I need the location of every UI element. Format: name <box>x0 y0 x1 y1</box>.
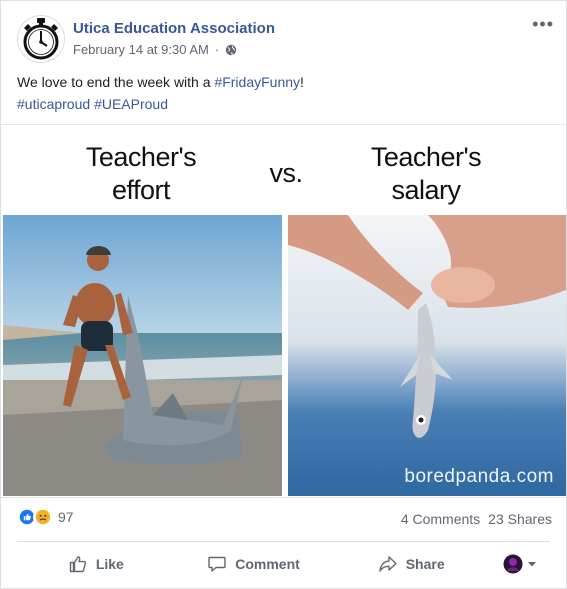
left-caption-line1: Teacher's <box>85 142 197 172</box>
post-text-line2: #uticaproud #UEAProud <box>17 93 550 115</box>
comment-label: Comment <box>235 556 300 572</box>
shares-count-link[interactable]: 23 Shares <box>488 511 552 527</box>
engagement-counts: 4 Comments 23 Shares <box>401 511 552 527</box>
vs-caption: vs. <box>269 158 303 188</box>
watermark-text: boredpanda.com <box>404 466 554 487</box>
post-image[interactable]: Teacher's effort vs. Teacher's salary bo… <box>1 124 566 498</box>
fish-photo-illustration <box>288 215 566 496</box>
post-text: We love to end the week with a #FridayFu… <box>17 71 550 115</box>
share-label: Share <box>405 556 445 572</box>
share-button[interactable]: Share <box>332 546 490 582</box>
thumbs-up-icon <box>69 556 86 573</box>
sad-reaction-icon <box>33 507 53 527</box>
shark-photo-illustration <box>3 215 282 496</box>
comments-count-link[interactable]: 4 Comments <box>401 511 480 527</box>
hashtag-fridayfunny[interactable]: #FridayFunny <box>214 74 300 90</box>
right-caption-line1: Teacher's <box>370 142 482 172</box>
fish-photo: boredpanda.com <box>288 215 566 496</box>
chevron-down-icon <box>528 562 537 567</box>
left-caption: Teacher's effort <box>61 141 221 207</box>
post-actions: Like Comment Share <box>17 546 550 582</box>
meta-separator: · <box>214 42 220 57</box>
post-timestamp[interactable]: February 14 at 9:30 AM <box>73 42 209 57</box>
shark-photo <box>3 215 282 496</box>
globe-icon[interactable] <box>225 44 237 56</box>
actions-divider <box>17 541 550 542</box>
like-label: Like <box>95 556 124 572</box>
comment-icon <box>208 556 226 572</box>
reaction-count: 97 <box>58 509 74 525</box>
page-avatar[interactable] <box>17 15 65 63</box>
share-arrow-icon <box>379 556 397 572</box>
reaction-summary[interactable]: 97 <box>17 507 74 527</box>
hashtag-uticaproud[interactable]: #uticaproud <box>17 96 90 112</box>
post-text-after: ! <box>300 74 304 90</box>
post-header: Utica Education Association February 14 … <box>17 15 554 65</box>
left-caption-line2: effort <box>111 175 171 205</box>
post-meta: February 14 at 9:30 AM · <box>73 42 237 57</box>
post-text-before: We love to end the week with a <box>17 74 215 90</box>
comment-button[interactable]: Comment <box>175 546 333 582</box>
page-name-link[interactable]: Utica Education Association <box>73 20 275 37</box>
right-caption-line2: salary <box>391 175 461 205</box>
viewer-avatar <box>503 554 523 574</box>
stopwatch-icon <box>23 18 59 60</box>
post-text-line1: We love to end the week with a #FridayFu… <box>17 71 550 93</box>
post-stats: 97 4 Comments 23 Shares <box>17 505 552 533</box>
more-options-icon[interactable]: ••• <box>532 15 554 33</box>
right-caption: Teacher's salary <box>346 141 506 207</box>
like-button[interactable]: Like <box>17 546 175 582</box>
facebook-post: Utica Education Association February 14 … <box>0 0 567 589</box>
hashtag-ueaproud[interactable]: #UEAProud <box>94 96 168 112</box>
post-as-selector[interactable] <box>490 546 550 582</box>
